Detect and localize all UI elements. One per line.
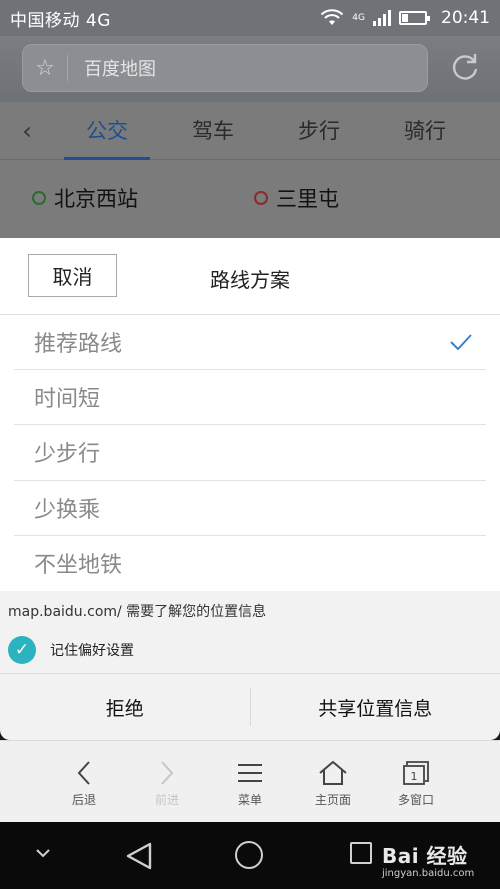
toolbar-home-label: 主页面 bbox=[314, 793, 351, 807]
browser-address-area: ☆ 百度地图 bbox=[0, 36, 500, 102]
route-option-list: 推荐路线 时间短 少步行 少换乘 不坐地铁 bbox=[0, 315, 500, 591]
tab-drive[interactable]: 驾车 bbox=[160, 102, 266, 160]
tab-transit[interactable]: 公交 bbox=[54, 102, 160, 160]
toolbar-home[interactable]: 主页面 bbox=[292, 755, 375, 822]
tab-walk[interactable]: 步行 bbox=[266, 102, 372, 160]
sheet-header: 取消 路线方案 bbox=[0, 238, 500, 315]
toolbar-forward-label: 前进 bbox=[154, 793, 179, 807]
option-label: 时间短 bbox=[34, 387, 101, 413]
star-icon[interactable]: ☆ bbox=[23, 56, 67, 81]
location-permission-dialog: map.baidu.com/ 需要了解您的位置信息 ✓ 记住偏好设置 拒绝 共享… bbox=[0, 591, 500, 740]
route-mode-tabs: ‹ 公交 驾车 步行 骑行 bbox=[0, 102, 500, 160]
window-count: 1 bbox=[411, 770, 418, 783]
toolbar-windows-label: 多窗口 bbox=[397, 793, 434, 807]
windows-icon: 1 bbox=[403, 761, 429, 785]
network-badge: 4G bbox=[352, 12, 365, 23]
permission-actions: 拒绝 共享位置信息 bbox=[0, 673, 500, 740]
forward-arrow-icon bbox=[161, 761, 174, 785]
system-home-icon[interactable] bbox=[235, 841, 263, 869]
battery-fill bbox=[402, 14, 408, 22]
menu-icon bbox=[238, 764, 262, 782]
end-dot-icon bbox=[254, 191, 268, 205]
status-bar: 中国移动 4G 4G 20:41 bbox=[0, 0, 500, 36]
toolbar-forward[interactable]: 前进 bbox=[126, 755, 209, 822]
toolbar-menu-label: 菜单 bbox=[237, 793, 262, 807]
address-text[interactable]: 百度地图 bbox=[68, 55, 156, 81]
tab-cycle[interactable]: 骑行 bbox=[372, 102, 478, 160]
sheet-title: 路线方案 bbox=[210, 268, 290, 292]
start-station-label: 北京西站 bbox=[54, 187, 138, 211]
route-option-no-subway[interactable]: 不坐地铁 bbox=[14, 536, 486, 591]
back-arrow-icon bbox=[77, 761, 90, 785]
system-back-icon[interactable] bbox=[126, 842, 152, 870]
remember-preference-row[interactable]: ✓ 记住偏好设置 bbox=[0, 627, 500, 673]
option-label: 少步行 bbox=[34, 442, 101, 468]
option-label: 推荐路线 bbox=[34, 332, 123, 358]
map-page-overlay: ‹ 公交 驾车 步行 骑行 北京西站 三里屯 bbox=[0, 102, 500, 238]
watermark-url: jingyan.baidu.com bbox=[382, 868, 475, 879]
route-endpoints: 北京西站 三里屯 bbox=[0, 160, 500, 236]
refresh-icon[interactable] bbox=[448, 50, 482, 84]
end-station-label: 三里屯 bbox=[276, 187, 339, 211]
remember-label: 记住偏好设置 bbox=[50, 643, 134, 659]
start-dot-icon bbox=[32, 191, 46, 205]
watermark-brand: Bai 经验 bbox=[382, 844, 468, 868]
home-icon bbox=[319, 760, 347, 785]
option-label: 不坐地铁 bbox=[34, 553, 123, 579]
toolbar-menu[interactable]: 菜单 bbox=[209, 755, 292, 822]
address-bar[interactable]: ☆ 百度地图 bbox=[22, 44, 428, 92]
system-recents-icon[interactable] bbox=[350, 842, 372, 864]
chevron-down-icon[interactable] bbox=[36, 848, 50, 858]
toolbar-back-label: 后退 bbox=[71, 793, 96, 807]
route-option-shortest-time[interactable]: 时间短 bbox=[14, 370, 486, 426]
permission-message: map.baidu.com/ 需要了解您的位置信息 bbox=[8, 604, 267, 620]
route-option-recommended[interactable]: 推荐路线 bbox=[14, 315, 486, 371]
checkbox-checked-icon[interactable]: ✓ bbox=[8, 636, 36, 664]
checkmark-icon bbox=[450, 334, 472, 351]
share-location-button[interactable]: 共享位置信息 bbox=[251, 674, 500, 740]
end-station[interactable]: 三里屯 bbox=[254, 183, 476, 213]
chevron-left-icon[interactable]: ‹ bbox=[0, 117, 54, 145]
route-options-sheet: 取消 路线方案 推荐路线 时间短 少步行 少换乘 不坐地铁 bbox=[0, 238, 500, 591]
route-option-less-walking[interactable]: 少步行 bbox=[14, 425, 486, 481]
toolbar-windows[interactable]: 1 多窗口 bbox=[375, 755, 458, 822]
clock: 20:41 bbox=[441, 8, 490, 28]
toolbar-back[interactable]: 后退 bbox=[43, 755, 126, 822]
wifi-icon bbox=[321, 9, 344, 25]
battery-icon bbox=[399, 11, 430, 25]
signal-icon bbox=[373, 10, 391, 26]
carrier-label: 中国移动 4G bbox=[10, 10, 111, 31]
baidu-jingyan-watermark: Bai 经验 jingyan.baidu.com bbox=[382, 840, 474, 879]
deny-button[interactable]: 拒绝 bbox=[0, 674, 250, 740]
option-label: 少换乘 bbox=[34, 497, 101, 523]
browser-toolbar: 后退 前进 菜单 主页面 1 多窗口 bbox=[0, 740, 500, 822]
start-station[interactable]: 北京西站 bbox=[32, 183, 254, 213]
route-option-fewer-transfers[interactable]: 少换乘 bbox=[14, 481, 486, 536]
